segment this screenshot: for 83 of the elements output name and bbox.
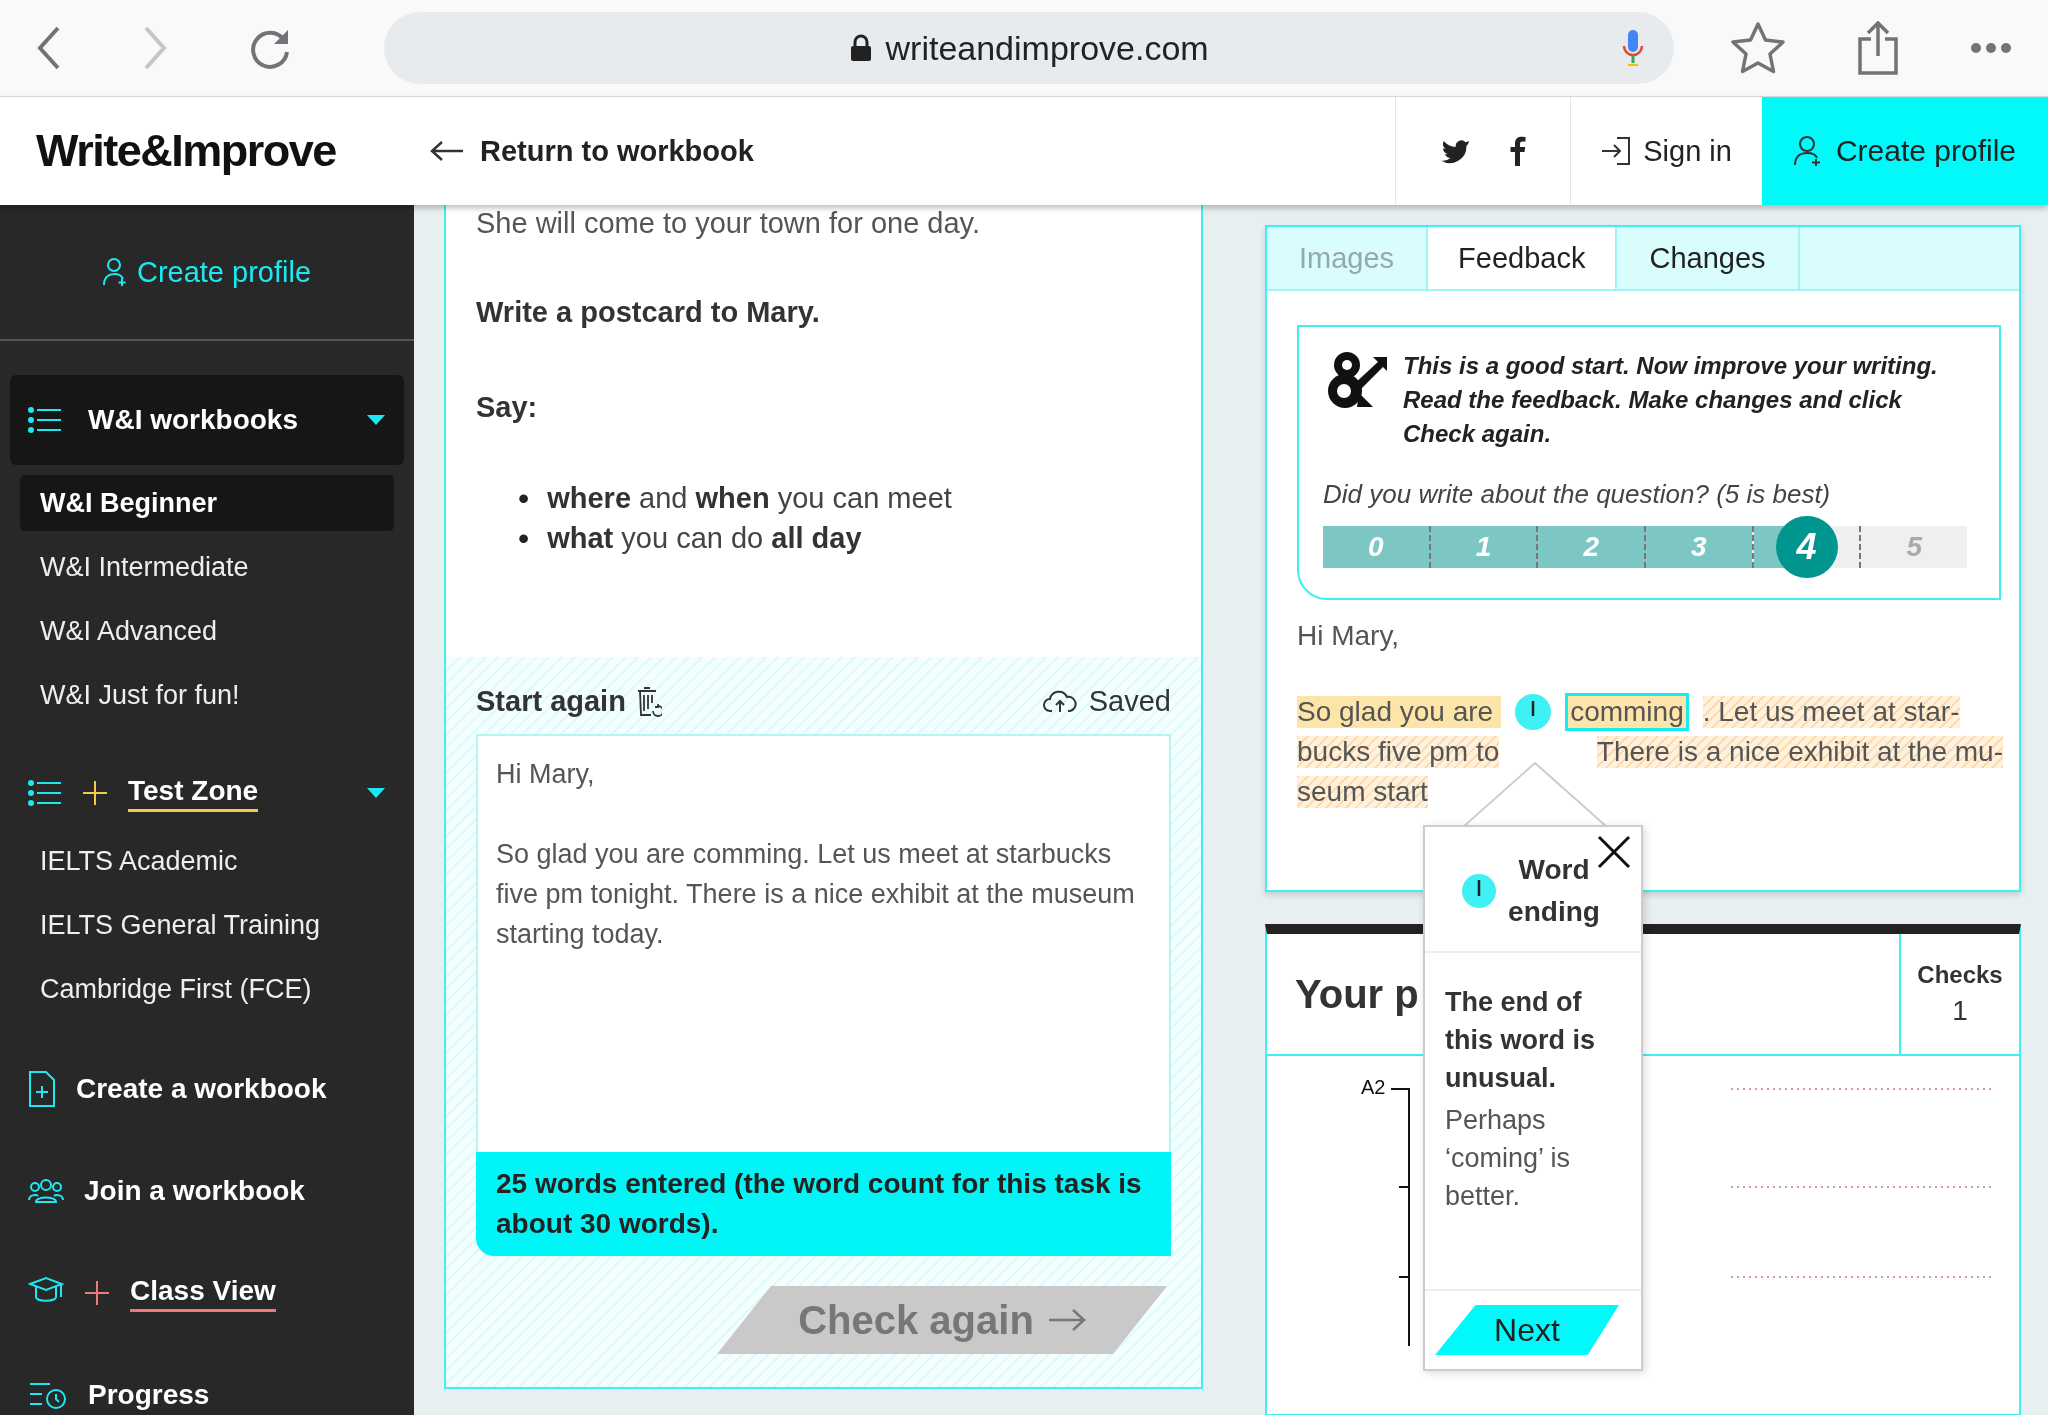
sidebar-link[interactable]: Join a workbook — [84, 1175, 305, 1207]
left-arrow-icon — [430, 140, 464, 162]
tab[interactable]: Changes — [1617, 227, 1800, 289]
sidebar-link[interactable]: Class View — [130, 1274, 276, 1312]
logo[interactable]: Write&Improve — [36, 125, 430, 177]
progress-list-icon — [28, 1380, 68, 1410]
microphone-icon[interactable] — [1622, 30, 1644, 66]
sidebar-link[interactable]: Test Zone — [128, 774, 259, 812]
saved-status: Saved — [1088, 685, 1171, 718]
task-instruction: Write a postcard to Mary. — [476, 296, 821, 329]
sidebar-item[interactable]: W&I Advanced — [20, 603, 394, 659]
popover-hint: Perhaps ‘coming’ is better. — [1444, 1104, 1572, 1213]
bullet-marker: • — [518, 480, 530, 516]
user-plus-icon — [1793, 135, 1822, 167]
sidebar-item[interactable]: W&I Intermediate — [20, 539, 394, 595]
list-icon — [28, 780, 62, 806]
share-icon[interactable] — [1856, 21, 1900, 75]
start-again-link[interactable]: Start again — [476, 685, 626, 718]
twitter-bird-icon[interactable] — [1440, 138, 1471, 164]
axis-label: A2 — [1361, 1076, 1386, 1100]
sign-in-icon — [1601, 136, 1632, 166]
tab[interactable]: Feedback — [1428, 227, 1618, 289]
sidebar-item[interactable]: IELTS General Training — [20, 897, 394, 953]
highlighted-text: bucks five pm to — [1297, 736, 1500, 768]
rating-value: 0 — [1368, 531, 1384, 563]
rating-value: 4 — [1775, 516, 1838, 578]
sign-in-link[interactable]: Sign in — [1570, 97, 1762, 205]
card-title: Your p — [1294, 971, 1419, 1017]
star-icon[interactable] — [1730, 21, 1786, 75]
address-bar[interactable]: writeandimprove.com — [384, 12, 1674, 84]
caret-icon[interactable] — [366, 787, 386, 799]
create-profile-link[interactable]: Create profile — [0, 205, 414, 341]
list-icon — [28, 407, 62, 433]
rating-value: 3 — [1691, 531, 1707, 563]
rating-value: 1 — [1475, 531, 1492, 563]
popover-message: The end of this word is unusual. — [1444, 986, 1597, 1095]
trash-reset-icon[interactable] — [635, 685, 662, 718]
plus-icon — [82, 780, 108, 806]
popover-title: Word ending — [1507, 853, 1601, 929]
checks-label: Checks — [1917, 961, 2003, 989]
task-bullet: where and when you can meet — [547, 481, 952, 516]
sidebar-link[interactable]: Create a workbook — [76, 1073, 327, 1105]
user-plus-icon — [102, 257, 127, 287]
error-word[interactable]: comming — [1565, 693, 1689, 731]
url-text: writeandimprove.com — [885, 28, 1209, 68]
sidebar-group[interactable]: W&I workbooks — [10, 375, 404, 465]
alert-marker-icon[interactable] — [1515, 694, 1552, 730]
feedback-message: This is a good start. Now improve your writing. Read the feedback. Make changes and click Check again. — [1403, 351, 1939, 449]
back-icon[interactable] — [36, 26, 62, 70]
bullet-marker: • — [518, 520, 530, 556]
rating-value: 2 — [1583, 531, 1599, 563]
essay-text: Hi Mary, — [1297, 620, 1401, 652]
sidebar-item[interactable]: Cambridge First (FCE) — [20, 961, 394, 1017]
sidebar-item[interactable]: W&I Just for fun! — [20, 667, 394, 723]
caret-icon[interactable] — [366, 414, 386, 426]
next-button[interactable]: Next — [1435, 1305, 1619, 1355]
task-heading: Say: — [476, 391, 539, 424]
people-icon — [28, 1178, 64, 1204]
return-link[interactable]: Return to workbook — [430, 134, 754, 168]
sidebar-item[interactable]: IELTS Academic — [20, 833, 394, 889]
checks-count: 1 — [1952, 995, 1968, 1027]
task-text: She will come to your town for one day. — [476, 207, 981, 240]
highlighted-text: . Let us meet at star- — [1702, 696, 1960, 728]
highlighted-text: There is a nice exhibit at the mu- — [1596, 736, 2003, 768]
rating-question: Did you write about the question? (5 is best) — [1323, 479, 1832, 510]
cloud-upload-icon — [1042, 689, 1077, 714]
more-icon[interactable] — [1970, 42, 2012, 54]
word-count-banner: 25 words entered (the word count for this task is about 30 words). — [476, 1152, 1171, 1256]
alert-icon — [1462, 874, 1496, 908]
sidebar-item[interactable]: W&I Beginner — [20, 475, 394, 531]
highlighted-text: So glad you are — [1297, 696, 1502, 728]
highlighted-text: seum start — [1297, 776, 1428, 808]
create-profile-button[interactable]: Create profile — [1761, 97, 2048, 205]
right-arrow-icon — [1047, 1308, 1086, 1332]
facebook-icon[interactable] — [1510, 136, 1527, 166]
lock-icon — [849, 34, 872, 62]
essay-field[interactable]: Hi Mary, So glad you are comming. Let us meet at starbucks five pm tonight. There is a nice exhibit at the museum starting today. — [476, 734, 1171, 1152]
rating-value: 5 — [1906, 531, 1922, 563]
group-label: W&I workbooks — [88, 404, 298, 436]
task-bullet: what you can do all day — [547, 521, 862, 556]
sidebar-link[interactable]: Progress — [88, 1379, 210, 1411]
plus-icon — [84, 1280, 110, 1306]
document-plus-icon — [28, 1070, 56, 1108]
